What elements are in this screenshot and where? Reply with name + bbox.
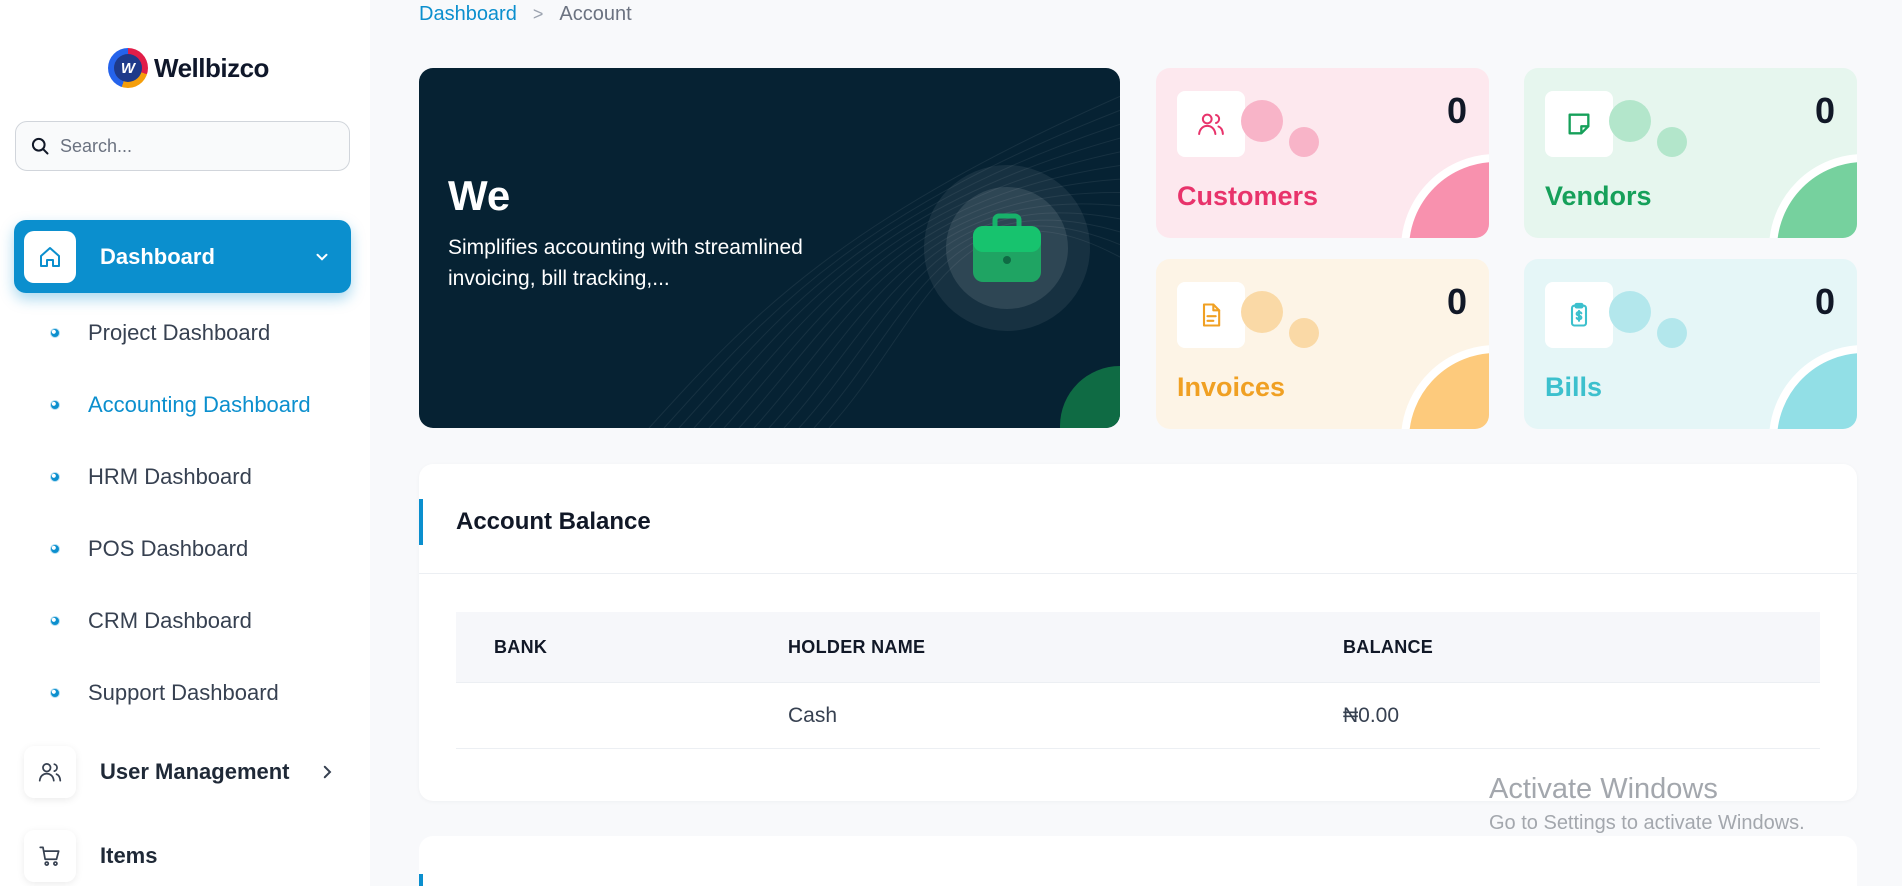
decorative-circle <box>1401 345 1489 429</box>
column-header-bank[interactable]: BANK <box>456 637 788 658</box>
sidebar-subitem-label: HRM Dashboard <box>88 464 252 489</box>
title-accent-bar <box>419 499 423 545</box>
cell-balance: ₦0.00 <box>1343 703 1400 727</box>
sidebar-subitem-project-dashboard[interactable]: Project Dashboard <box>50 320 270 346</box>
stat-label: Customers <box>1177 181 1319 211</box>
sidebar-subitem-label: Accounting Dashboard <box>88 392 311 417</box>
logo-text: Wellbizco <box>154 52 269 83</box>
app-logo[interactable]: W Wellbizco <box>108 48 269 88</box>
windows-activation-watermark: Activate Windows Go to Settings to activ… <box>1489 773 1805 835</box>
users-icon <box>1177 91 1245 157</box>
bullet-icon <box>50 472 60 482</box>
decorative-bubble <box>1241 291 1283 333</box>
decorative-bubble <box>1657 318 1687 348</box>
decorative-bubble <box>1657 127 1687 157</box>
sidebar-item-items[interactable]: Items <box>24 830 157 882</box>
table-header: BANK HOLDER NAME BALANCE <box>456 612 1820 682</box>
search-input[interactable] <box>60 135 330 157</box>
sidebar: W Wellbizco Dashboard Project Dashboard … <box>0 0 370 886</box>
sidebar-subitem-label: Project Dashboard <box>88 320 271 345</box>
decorative-circle <box>1401 154 1489 238</box>
sidebar-item-label: Items <box>100 843 158 868</box>
decorative-bubble <box>1241 100 1283 142</box>
title-accent-bar <box>419 874 423 886</box>
watermark-title: Activate Windows <box>1489 773 1718 805</box>
decorative-circle <box>1769 345 1857 429</box>
briefcase-icon <box>946 187 1068 309</box>
chevron-down-icon <box>316 253 328 261</box>
sidebar-subitem-label: CRM Dashboard <box>88 608 252 633</box>
stat-value: 0 <box>1446 281 1467 322</box>
search-icon <box>31 137 49 155</box>
decorative-circle <box>1769 154 1857 238</box>
logo-mark-icon: W <box>108 48 148 88</box>
stat-card-invoices[interactable]: 0 Invoices <box>1156 259 1489 429</box>
next-card <box>419 836 1857 886</box>
sidebar-item-label: Dashboard <box>100 243 215 269</box>
receipt-dollar-icon <box>1545 282 1613 348</box>
bullet-icon <box>50 616 60 626</box>
account-balance-card: Account Balance BANK HOLDER NAME BALANCE… <box>419 464 1857 801</box>
file-icon <box>1177 282 1245 348</box>
cell-holder-name: Cash <box>788 703 838 727</box>
bullet-icon <box>50 400 60 410</box>
banner-description: Simplifies accounting with streamlined i… <box>448 236 803 290</box>
welcome-banner: We Simplifies accounting with streamline… <box>419 68 1120 428</box>
bullet-icon <box>50 328 60 338</box>
stat-label: Bills <box>1545 372 1603 402</box>
decorative-bubble <box>1609 100 1651 142</box>
breadcrumb-link-dashboard[interactable]: Dashboard <box>419 3 517 26</box>
decorative-bubble <box>1289 127 1319 157</box>
stat-value: 0 <box>1814 281 1835 322</box>
sidebar-subitem-pos-dashboard[interactable]: POS Dashboard <box>50 536 248 562</box>
users-icon <box>24 746 76 798</box>
sidebar-subitem-support-dashboard[interactable]: Support Dashboard <box>50 680 279 706</box>
divider <box>419 573 1857 574</box>
bullet-icon <box>50 688 60 698</box>
stat-label: Vendors <box>1545 181 1652 211</box>
stat-card-customers[interactable]: 0 Customers <box>1156 68 1489 238</box>
sidebar-subitem-hrm-dashboard[interactable]: HRM Dashboard <box>50 464 252 490</box>
sidebar-subitem-label: POS Dashboard <box>88 536 249 561</box>
decorative-bubble <box>1289 318 1319 348</box>
stat-label: Invoices <box>1177 372 1286 402</box>
watermark-subtitle: Go to Settings to activate Windows. <box>1489 812 1805 834</box>
banner-title: We <box>448 172 511 219</box>
chevron-right-icon <box>323 765 331 779</box>
cart-icon <box>24 830 76 882</box>
breadcrumb: Dashboard > Account <box>419 3 632 26</box>
sidebar-item-user-management[interactable]: User Management <box>24 746 336 798</box>
card-title: Account Balance <box>456 508 651 535</box>
stat-value: 0 <box>1814 90 1835 131</box>
stat-card-bills[interactable]: 0 Bills <box>1524 259 1857 429</box>
decorative-bubble <box>1609 291 1651 333</box>
sidebar-subitem-crm-dashboard[interactable]: CRM Dashboard <box>50 608 252 634</box>
note-icon <box>1545 91 1613 157</box>
stat-value: 0 <box>1446 90 1467 131</box>
sidebar-subitem-label: Support Dashboard <box>88 680 279 705</box>
column-header-holder-name[interactable]: HOLDER NAME <box>788 637 1343 658</box>
home-icon <box>24 230 76 283</box>
table-row[interactable]: Cash ₦0.00 <box>456 682 1820 749</box>
search-box <box>15 121 350 171</box>
bullet-icon <box>50 544 60 554</box>
sidebar-subitem-accounting-dashboard[interactable]: Accounting Dashboard <box>50 392 311 418</box>
column-header-balance[interactable]: BALANCE <box>1343 637 1820 658</box>
sidebar-item-label: User Management <box>100 759 290 784</box>
breadcrumb-current: Account <box>559 3 632 25</box>
stat-card-vendors[interactable]: 0 Vendors <box>1524 68 1857 238</box>
sidebar-item-dashboard[interactable]: Dashboard <box>14 220 351 293</box>
breadcrumb-separator: > <box>532 4 544 24</box>
account-balance-table: BANK HOLDER NAME BALANCE Cash ₦0.00 <box>456 612 1820 749</box>
